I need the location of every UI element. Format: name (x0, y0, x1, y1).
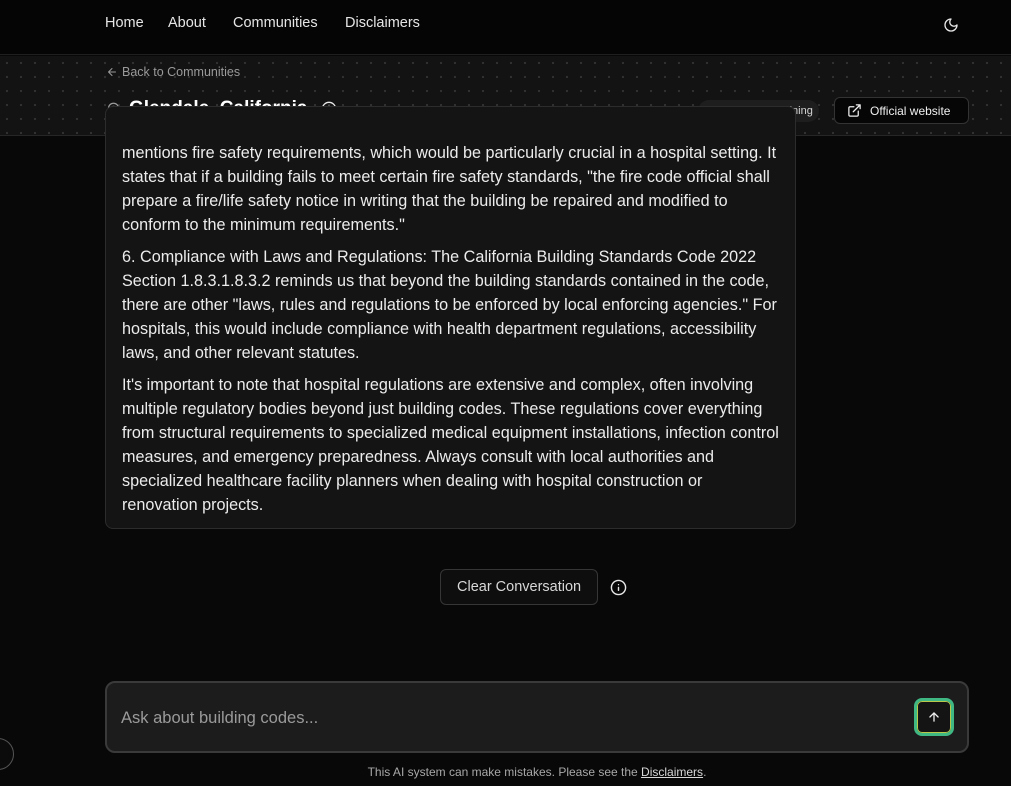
info-icon[interactable] (610, 579, 627, 596)
chat-input-container (105, 681, 969, 753)
clear-conversation-button[interactable]: Clear Conversation (440, 569, 599, 605)
disclaimers-link[interactable]: Disclaimers (641, 765, 703, 779)
assistant-message: mentions fire safety requirements, which… (105, 106, 796, 529)
external-link-icon (848, 104, 861, 117)
message-paragraph: mentions fire safety requirements, which… (122, 144, 777, 234)
nav-about-link[interactable]: About (168, 15, 206, 31)
official-website-button[interactable]: Official website (834, 97, 969, 124)
nav-home-link[interactable]: Home (105, 15, 144, 31)
nav-communities-link[interactable]: Communities (233, 15, 318, 31)
chat-input[interactable] (121, 703, 881, 733)
disclaimer-note: This AI system can make mistakes. Please… (0, 765, 1011, 779)
theme-toggle-button[interactable] (938, 12, 964, 38)
top-navigation: Home About Communities Disclaimers (0, 0, 1011, 55)
disclaimer-note-text: This AI system can make mistakes. Please… (367, 765, 642, 779)
official-website-label: Official website (870, 103, 951, 118)
arrow-up-icon (929, 712, 939, 722)
disclaimer-note-end: . (703, 765, 707, 779)
send-button[interactable] (914, 698, 954, 736)
moon-icon (944, 18, 958, 32)
nav-disclaimers-link[interactable]: Disclaimers (345, 15, 420, 31)
message-paragraph: It's important to note that hospital reg… (122, 376, 779, 514)
arrow-left-icon (108, 68, 116, 76)
back-link-label: Back to Communities (122, 65, 241, 79)
message-paragraph: 6. Compliance with Laws and Regulations:… (122, 248, 777, 362)
back-to-communities-link[interactable]: Back to Communities (106, 65, 240, 79)
conversation-actions: Clear Conversation (440, 569, 627, 605)
